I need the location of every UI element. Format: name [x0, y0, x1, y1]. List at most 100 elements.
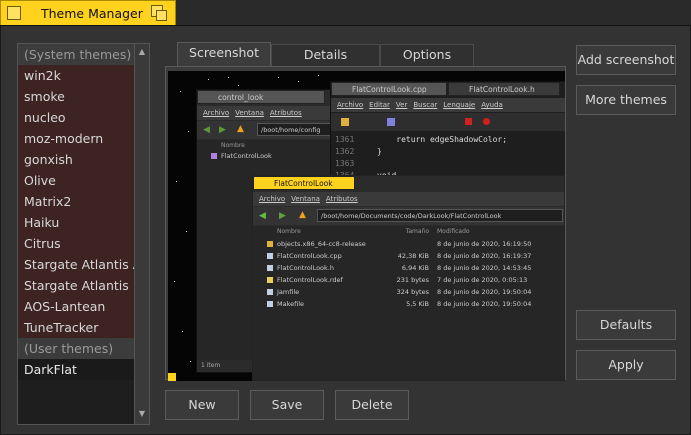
preview-menu-item: Atributos: [325, 195, 358, 203]
theme-list-item[interactable]: nucleo: [18, 107, 134, 128]
theme-list-item[interactable]: Citrus: [18, 233, 134, 254]
theme-list-item[interactable]: win2k: [18, 65, 134, 86]
file-name: Makefile: [277, 300, 305, 308]
preview-tracker-back-toolbar: ◀ ▶ ▲ /boot/home/config: [197, 121, 335, 139]
theme-list-item[interactable]: Stargate Atlantis: [18, 275, 134, 296]
preview-editor-tab-cpp: FlatControlLook.cpp: [331, 82, 447, 96]
preview-tracker-front-path: /boot/home/Documents/code/DarkLook/FlatC…: [317, 209, 563, 222]
preview-menu-item: Ayuda: [481, 101, 503, 109]
file-size: 231 bytes: [396, 276, 429, 284]
close-icon[interactable]: [7, 6, 21, 20]
star-decoration: [186, 231, 187, 232]
file-row: objects.x86_64-cc8-release 8 de junio de …: [253, 238, 564, 250]
file-size: 5,5 KiB: [406, 300, 429, 308]
star-decoration: [298, 81, 299, 82]
file-date: 7 de junio de 2020, 0:05:13: [437, 276, 528, 284]
code-line: 1363: [331, 158, 565, 170]
record-icon: [483, 118, 490, 125]
theme-list-item[interactable]: AOS-Lantean: [18, 296, 134, 317]
defaults-button[interactable]: Defaults: [576, 310, 676, 340]
file-row: FlatControlLook.h 6,94 KiB 8 de junio de 2…: [253, 262, 564, 274]
file-date: 8 de junio de 2020, 16:19:37: [437, 252, 532, 260]
more-themes-button[interactable]: More themes: [576, 85, 676, 115]
zoom-icon[interactable]: [151, 5, 169, 23]
save-icon: [387, 118, 395, 126]
open-icon: [341, 118, 349, 126]
screenshot-panel: control_look Archivo Ventana Atributos ◀ ▶…: [165, 66, 566, 381]
tab-options[interactable]: Options: [380, 44, 474, 66]
preview-menu-item: Buscar: [413, 101, 438, 109]
tab-view: Screenshot Details Options control_look …: [165, 26, 566, 381]
delete-button[interactable]: Delete: [335, 390, 409, 420]
theme-list-item[interactable]: TuneTracker: [18, 317, 134, 338]
text-file-icon: [267, 301, 273, 307]
line-number: 1361: [335, 135, 355, 144]
star-decoration: [238, 85, 239, 86]
header-file-icon: [267, 265, 273, 271]
column-size: Tamaño: [405, 228, 429, 235]
scroll-down-icon[interactable]: ▼: [138, 410, 146, 418]
line-number: 1362: [335, 147, 355, 156]
preview-menu-item: Ventana: [291, 195, 320, 203]
theme-list-item[interactable]: DarkFlat: [18, 359, 134, 380]
theme-list-item[interactable]: smoke: [18, 86, 134, 107]
file-row: Jamfile 324 bytes 8 de junio de 2020, 19:5…: [253, 286, 564, 298]
scroll-up-icon[interactable]: ▲: [138, 48, 146, 56]
preview-menu-item: Ventana: [235, 109, 264, 117]
preview-menu-item: Ver: [395, 101, 408, 109]
theme-list-item[interactable]: Matrix2: [18, 191, 134, 212]
star-decoration: [182, 331, 183, 332]
theme-list[interactable]: (System themes) win2k smoke nucleo moz-moder…: [17, 43, 150, 425]
tab-screenshot[interactable]: Screenshot: [177, 42, 271, 66]
tab-details[interactable]: Details: [271, 44, 380, 66]
stop-icon: [465, 118, 472, 125]
window-title: Theme Manager: [41, 6, 143, 21]
preview-tracker-front-menu: Archivo Ventana Atributos: [253, 192, 564, 206]
star-decoration: [188, 131, 189, 132]
preview-menu-item: Archivo: [203, 109, 230, 117]
file-size: 42,38 KiB: [397, 252, 429, 260]
theme-list-item[interactable]: gonxish: [18, 149, 134, 170]
file-name: FlatControlLook.h: [277, 264, 334, 272]
text-file-icon: [267, 289, 273, 295]
preview-tracker-front-content: Nombre Tamaño Modificado objects.x86_64-…: [253, 226, 564, 380]
preview-editor-toolbar: [331, 113, 565, 131]
code-text: return edgeShadowColor;: [377, 135, 508, 144]
file-date: 8 de junio de 2020, 14:53:45: [437, 264, 532, 272]
star-decoration: [318, 75, 319, 76]
file-row: FlatControlLook.cpp 42,38 KiB 8 de junio d…: [253, 250, 564, 262]
theme-list-item[interactable]: Stargate Atlantis Anc: [18, 254, 134, 275]
file-name: Jamfile: [277, 288, 300, 296]
preview-editor-tab-h: FlatControlLook.h: [448, 82, 560, 96]
window-tab[interactable]: Theme Manager: [0, 0, 176, 25]
file-date: 8 de junio de 2020, 19:50:04: [437, 300, 532, 308]
preview-tracker-front-toolbar: ◀ ▶ ▲ /boot/home/Documents/code/DarkLook…: [253, 207, 564, 225]
new-button[interactable]: New: [165, 390, 239, 420]
file-size: 6,94 KiB: [401, 264, 429, 272]
theme-screenshot-preview: control_look Archivo Ventana Atributos ◀ ▶…: [168, 71, 565, 381]
add-screenshot-button[interactable]: Add screenshot: [576, 45, 676, 75]
rdef-file-icon: [267, 277, 273, 283]
star-decoration: [180, 91, 181, 92]
file-row: FlatControlLook.rdef 231 bytes 7 de junio …: [253, 274, 564, 286]
preview-tracker-front: FlatControlLook Archivo Ventana Atributos …: [252, 175, 565, 381]
theme-list-item[interactable]: Haiku: [18, 212, 134, 233]
theme-group-header: (User themes): [18, 338, 134, 359]
forward-arrow-icon: ▶: [279, 211, 286, 221]
preview-editor-menu: Archivo Editar Ver Buscar Lenguaje Ayuda: [331, 98, 565, 112]
theme-list-item[interactable]: moz-modern: [18, 128, 134, 149]
folder-icon: [211, 153, 217, 159]
theme-list-scrollbar[interactable]: ▲ ▼: [134, 44, 149, 424]
preview-menu-item: Editar: [369, 101, 390, 109]
theme-list-items[interactable]: (System themes) win2k smoke nucleo moz-moder…: [18, 44, 134, 424]
back-arrow-icon: ◀: [259, 211, 266, 221]
preview-deskbar-corner: [168, 373, 176, 381]
preview-tracker-back-path: /boot/home/config: [257, 123, 335, 136]
theme-list-item[interactable]: Olive: [18, 170, 134, 191]
star-decoration: [190, 361, 191, 362]
column-modified: Modificado: [437, 228, 470, 235]
apply-button[interactable]: Apply: [576, 350, 676, 380]
star-decoration: [174, 281, 175, 282]
save-button[interactable]: Save: [250, 390, 324, 420]
preview-menu-item: Archivo: [259, 195, 286, 203]
